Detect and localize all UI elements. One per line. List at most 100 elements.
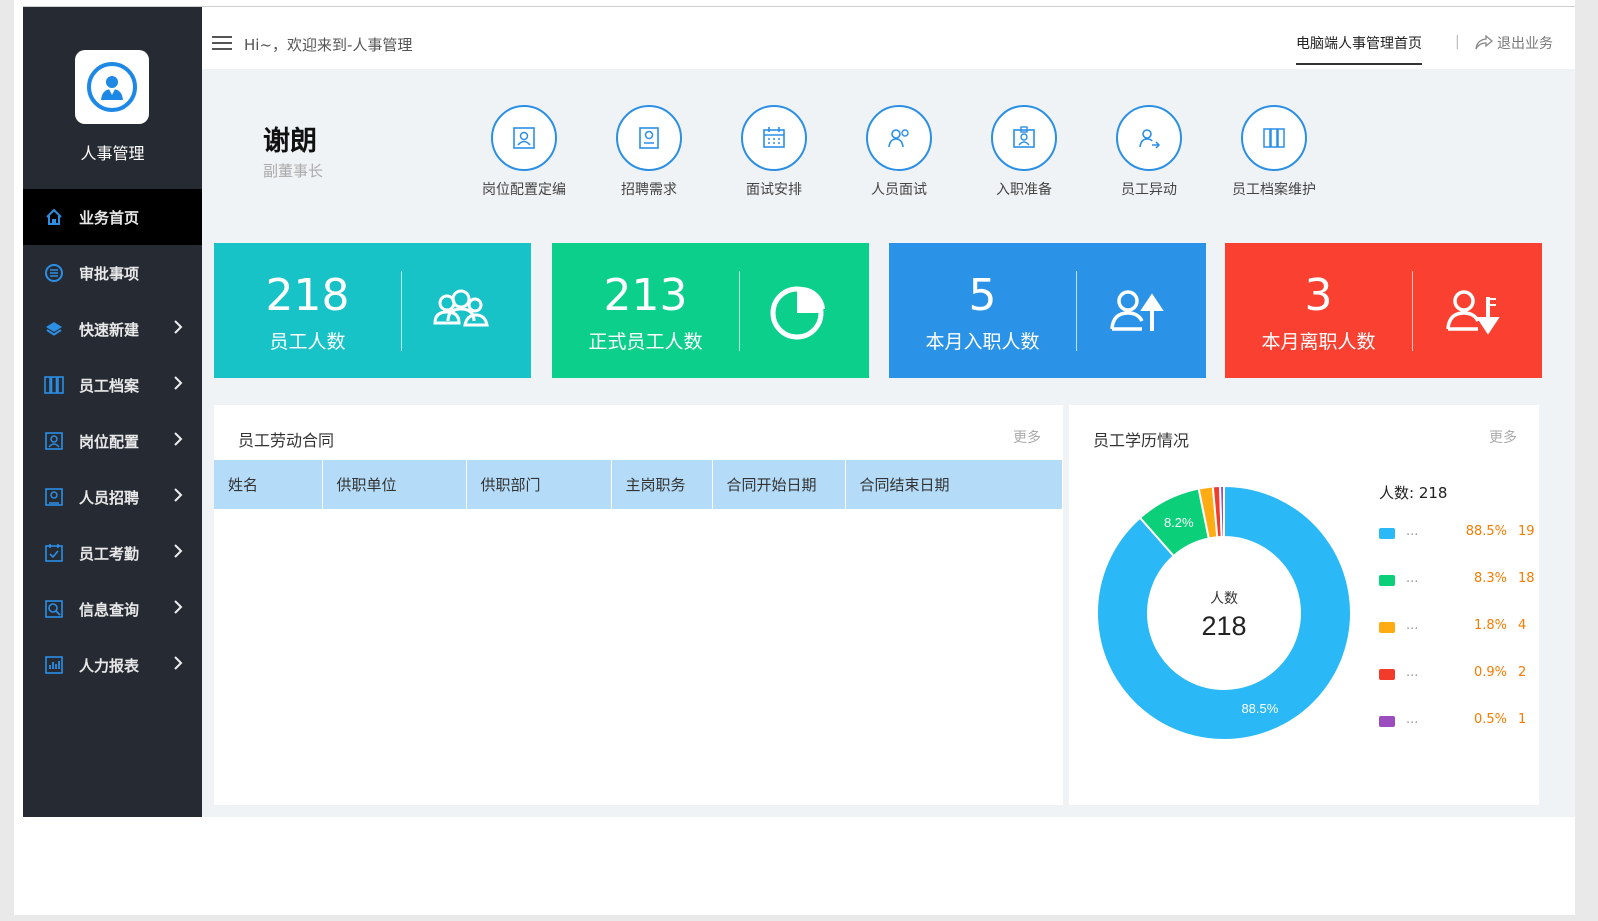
quick-action-archive-maintain[interactable]: 员工档案维护 <box>1214 105 1334 199</box>
sidebar-item-label: 快速新建 <box>79 320 140 339</box>
stat-label: 本月入职人数 <box>925 331 1040 353</box>
user-role: 副董事长 <box>263 162 324 180</box>
center-value: 218 <box>1201 611 1246 641</box>
legend-percent: 8.3% <box>1473 571 1507 586</box>
sidebar: 人事管理 业务首页 审批事项 快速新建 员工档案 岗位配置 人员招聘 员工考勤 … <box>23 7 202 817</box>
sidebar-item-info-query[interactable]: 信息查询 <box>23 581 202 637</box>
position-edit-icon <box>491 105 557 171</box>
donut-slice[interactable] <box>1218 484 1225 539</box>
recruit-icon <box>43 486 65 508</box>
table-header-row: 姓名 供职单位 供职部门 主岗职务 合同开始日期 合同结束日期 <box>214 460 1063 509</box>
legend-item[interactable]: ... 0.5% 1 <box>1379 712 1549 732</box>
sidebar-item-attendance[interactable]: 员工考勤 <box>23 525 202 581</box>
legend-percent: 88.5% <box>1465 524 1507 539</box>
user-name: 谢朗 <box>263 126 317 157</box>
sidebar-item-label: 人力报表 <box>79 656 140 675</box>
sidebar-item-home[interactable]: 业务首页 <box>23 189 202 245</box>
attendance-icon <box>43 542 65 564</box>
stat-card-monthly-hires[interactable]: 5 本月入职人数 <box>889 243 1206 378</box>
home-tab-link[interactable]: 电脑端人事管理首页 <box>1296 33 1422 65</box>
menu-toggle-icon[interactable] <box>212 35 232 51</box>
center-label: 人数 <box>1210 590 1238 606</box>
stat-divider <box>739 271 740 351</box>
chevron-right-icon <box>174 432 183 446</box>
chevron-right-icon <box>174 600 183 614</box>
stat-divider <box>401 271 402 351</box>
legend-item[interactable]: ... 1.8% 4 <box>1379 618 1549 638</box>
legend-item[interactable]: ... 8.3% 18 <box>1379 571 1549 591</box>
stat-card-total-employees[interactable]: 218 员工人数 <box>214 243 531 378</box>
transfer-icon <box>1116 105 1182 171</box>
legend-percent: 0.5% <box>1473 712 1507 727</box>
main-content: 谢朗 副董事长 岗位配置定编 招聘需求 面试安排 人员面试 入职准备 员工异动 … <box>202 69 1575 817</box>
legend-name: ... <box>1406 712 1419 727</box>
share-icon <box>1475 35 1493 50</box>
exit-business-link[interactable]: 退出业务 <box>1475 33 1553 53</box>
column-header[interactable]: 合同开始日期 <box>712 460 846 509</box>
more-link[interactable]: 更多 <box>1489 427 1517 447</box>
quick-action-label: 面试安排 <box>746 182 802 198</box>
quick-action-onboard[interactable]: 入职准备 <box>964 105 1084 199</box>
quick-action-interview-schedule[interactable]: 面试安排 <box>714 105 834 199</box>
stat-card-formal-employees[interactable]: 213 正式员工人数 <box>552 243 869 378</box>
quick-action-transfer[interactable]: 员工异动 <box>1089 105 1209 199</box>
quick-action-interview[interactable]: 人员面试 <box>839 105 959 199</box>
more-link[interactable]: 更多 <box>1013 427 1041 447</box>
stat-card-monthly-leaves[interactable]: 3 本月离职人数 <box>1225 243 1542 378</box>
slice-label: 88.5% <box>1241 701 1278 716</box>
legend-count: 18 <box>1518 571 1535 586</box>
legend-item[interactable]: ... 0.9% 2 <box>1379 665 1549 685</box>
stat-divider <box>1076 271 1077 351</box>
legend-name: ... <box>1406 524 1419 539</box>
legend-swatch <box>1379 575 1395 586</box>
sidebar-item-employee-archive[interactable]: 员工档案 <box>23 357 202 413</box>
legend-name: ... <box>1406 665 1419 680</box>
sidebar-item-label: 审批事项 <box>79 264 140 283</box>
chevron-right-icon <box>174 320 183 334</box>
slice-label: 8.2% <box>1164 515 1194 530</box>
sidebar-item-recruitment[interactable]: 人员招聘 <box>23 469 202 525</box>
stat-label: 员工人数 <box>269 331 346 353</box>
top-header: Hi~，欢迎来到-人事管理 电脑端人事管理首页 | 退出业务 <box>202 7 1575 69</box>
list-icon <box>43 262 65 284</box>
quick-action-position[interactable]: 岗位配置定编 <box>464 105 584 199</box>
exit-label: 退出业务 <box>1497 36 1553 52</box>
education-panel: 员工学历情况 更多 88.5% 8.2% 人数 218 人数: 218 ... 88.5… <box>1069 405 1539 805</box>
sidebar-item-quick-create[interactable]: 快速新建 <box>23 301 202 357</box>
quick-action-recruit-need[interactable]: 招聘需求 <box>589 105 709 199</box>
legend-item[interactable]: ... 88.5% 19 <box>1379 524 1549 544</box>
app-logo[interactable] <box>75 50 149 124</box>
column-header[interactable]: 姓名 <box>214 460 323 509</box>
chevron-right-icon <box>174 488 183 502</box>
contracts-panel: 员工劳动合同 更多 姓名 供职单位 供职部门 主岗职务 合同开始日期 合同结束日… <box>214 405 1063 805</box>
archive-maintain-icon <box>1241 105 1307 171</box>
quick-action-label: 招聘需求 <box>621 182 677 198</box>
legend-percent: 0.9% <box>1473 665 1507 680</box>
sidebar-menu: 业务首页 审批事项 快速新建 员工档案 岗位配置 人员招聘 员工考勤 信息查询 … <box>23 189 202 693</box>
recruit-need-icon <box>616 105 682 171</box>
sidebar-item-label: 人员招聘 <box>79 488 140 507</box>
user-logo-icon <box>87 62 137 112</box>
education-donut-chart: 88.5% 8.2% 人数 218 <box>1096 484 1352 741</box>
quick-action-label: 岗位配置定编 <box>482 182 566 198</box>
people-group-icon <box>433 289 489 327</box>
sidebar-item-label: 员工档案 <box>79 376 140 395</box>
legend-count: 19 <box>1518 524 1535 539</box>
quick-action-label: 员工档案维护 <box>1232 182 1316 198</box>
column-header[interactable]: 供职部门 <box>466 460 612 509</box>
chart-icon <box>43 654 65 676</box>
sidebar-item-hr-report[interactable]: 人力报表 <box>23 637 202 693</box>
layers-icon <box>43 318 65 340</box>
legend-name: ... <box>1406 618 1419 633</box>
column-header[interactable]: 主岗职务 <box>611 460 713 509</box>
stat-divider <box>1412 271 1413 351</box>
sidebar-item-position-config[interactable]: 岗位配置 <box>23 413 202 469</box>
archive-icon <box>43 374 65 396</box>
legend-total: 人数: 218 <box>1379 484 1448 502</box>
column-header[interactable]: 合同结束日期 <box>845 460 1063 509</box>
sidebar-item-label: 员工考勤 <box>79 544 140 563</box>
column-header[interactable]: 供职单位 <box>322 460 467 509</box>
quick-action-label: 员工异动 <box>1121 182 1177 198</box>
legend-swatch <box>1379 528 1395 539</box>
sidebar-item-approval[interactable]: 审批事项 <box>23 245 202 301</box>
